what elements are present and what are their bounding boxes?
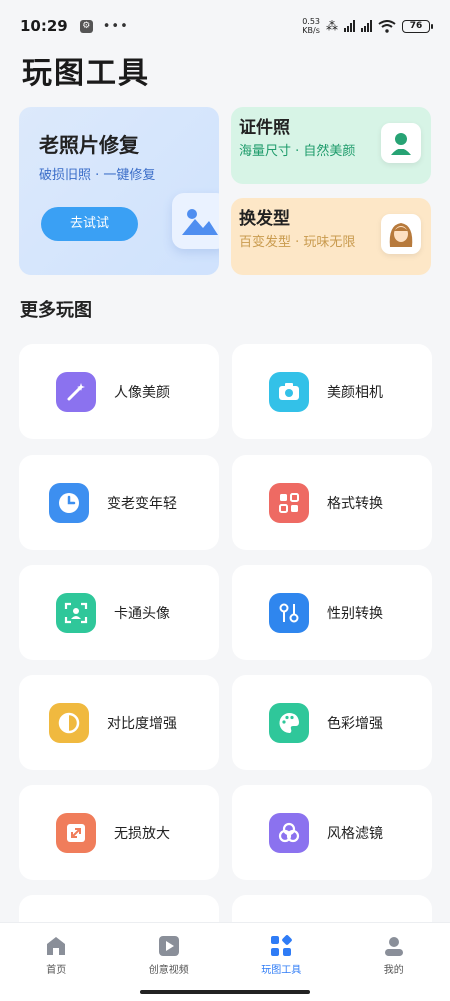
tool-label: 性别转换 bbox=[327, 605, 383, 622]
tool-gender-swap[interactable]: 性别转换 bbox=[232, 565, 432, 660]
profile-icon bbox=[384, 937, 403, 956]
status-time: 10:29 bbox=[20, 17, 68, 35]
tool-label: 对比度增强 bbox=[107, 715, 177, 732]
contrast-icon bbox=[49, 702, 89, 743]
nav-label: 玩图工具 bbox=[261, 965, 302, 976]
wrench-icon: ⚙ bbox=[79, 19, 93, 33]
old-photo-restore-card[interactable]: 老照片修复 破损旧照 · 一键修复 去试试 bbox=[19, 107, 219, 275]
tool-contrast-enhance[interactable]: 对比度增强 bbox=[19, 675, 219, 770]
tool-label: 卡通头像 bbox=[114, 605, 170, 622]
try-it-button[interactable]: 去试试 bbox=[41, 207, 138, 241]
hairstyle-card[interactable]: 换发型 百变发型 · 玩味无限 bbox=[231, 198, 431, 275]
hairstyle-subtitle: 百变发型 · 玩味无限 bbox=[239, 235, 356, 250]
format-convert-icon bbox=[269, 482, 309, 523]
home-icon bbox=[47, 937, 66, 955]
battery-indicator: 76 bbox=[402, 19, 433, 33]
nav-label: 创意视频 bbox=[148, 965, 189, 976]
nav-label: 我的 bbox=[383, 965, 404, 976]
tool-portrait-beauty[interactable]: 人像美颜 bbox=[19, 344, 219, 439]
tool-age-change[interactable]: 变老变年轻 bbox=[19, 455, 219, 550]
clock-icon bbox=[49, 482, 89, 523]
status-bar: 10:29 ⚙ ••• 0.53 KB/s ⁂ 76 bbox=[0, 0, 450, 52]
old-photo-title: 老照片修复 bbox=[39, 133, 139, 157]
hair-portrait-icon bbox=[381, 214, 421, 254]
gender-swap-icon bbox=[269, 592, 309, 633]
signal-icon bbox=[344, 20, 355, 32]
video-icon bbox=[158, 936, 179, 956]
expand-icon bbox=[56, 812, 96, 853]
tool-label: 变老变年轻 bbox=[107, 495, 177, 512]
id-photo-subtitle: 海量尺寸 · 自然美颜 bbox=[239, 144, 356, 159]
camera-icon bbox=[269, 371, 309, 412]
tool-label: 风格滤镜 bbox=[327, 825, 383, 842]
tool-color-enhance[interactable]: 色彩增强 bbox=[232, 675, 432, 770]
tool-format-convert[interactable]: 格式转换 bbox=[232, 455, 432, 550]
bluetooth-icon: ⁂ bbox=[326, 19, 338, 33]
magic-wand-icon bbox=[56, 371, 96, 412]
tool-label: 美颜相机 bbox=[327, 384, 383, 401]
wifi-icon bbox=[378, 19, 396, 33]
more-tools-heading: 更多玩图 bbox=[20, 300, 92, 321]
tool-lossless-upscale[interactable]: 无损放大 bbox=[19, 785, 219, 880]
tool-style-filter[interactable]: 风格滤镜 bbox=[232, 785, 432, 880]
filter-circles-icon bbox=[269, 812, 309, 853]
tools-grid-icon bbox=[271, 935, 293, 956]
face-scan-icon bbox=[56, 592, 96, 633]
palette-icon bbox=[269, 702, 309, 743]
tool-cartoon-avatar[interactable]: 卡通头像 bbox=[19, 565, 219, 660]
network-speed: 0.53 KB/s bbox=[302, 17, 320, 35]
tool-beauty-camera[interactable]: 美颜相机 bbox=[232, 344, 432, 439]
id-photo-card[interactable]: 证件照 海量尺寸 · 自然美颜 bbox=[231, 107, 431, 184]
old-photo-subtitle: 破损旧照 · 一键修复 bbox=[39, 168, 156, 183]
tool-label: 格式转换 bbox=[327, 495, 383, 512]
image-icon bbox=[172, 193, 219, 249]
more-dots-icon: ••• bbox=[102, 18, 129, 34]
tool-label: 色彩增强 bbox=[327, 715, 383, 732]
tool-label: 无损放大 bbox=[114, 825, 170, 842]
tool-label: 人像美颜 bbox=[114, 384, 170, 401]
nav-profile[interactable]: 我的 bbox=[338, 923, 450, 1001]
page-title: 玩图工具 bbox=[22, 56, 150, 91]
signal-icon-2 bbox=[361, 20, 372, 32]
id-portrait-icon bbox=[381, 123, 421, 163]
nav-home[interactable]: 首页 bbox=[0, 923, 113, 1001]
home-indicator bbox=[140, 990, 310, 994]
nav-label: 首页 bbox=[46, 965, 67, 976]
